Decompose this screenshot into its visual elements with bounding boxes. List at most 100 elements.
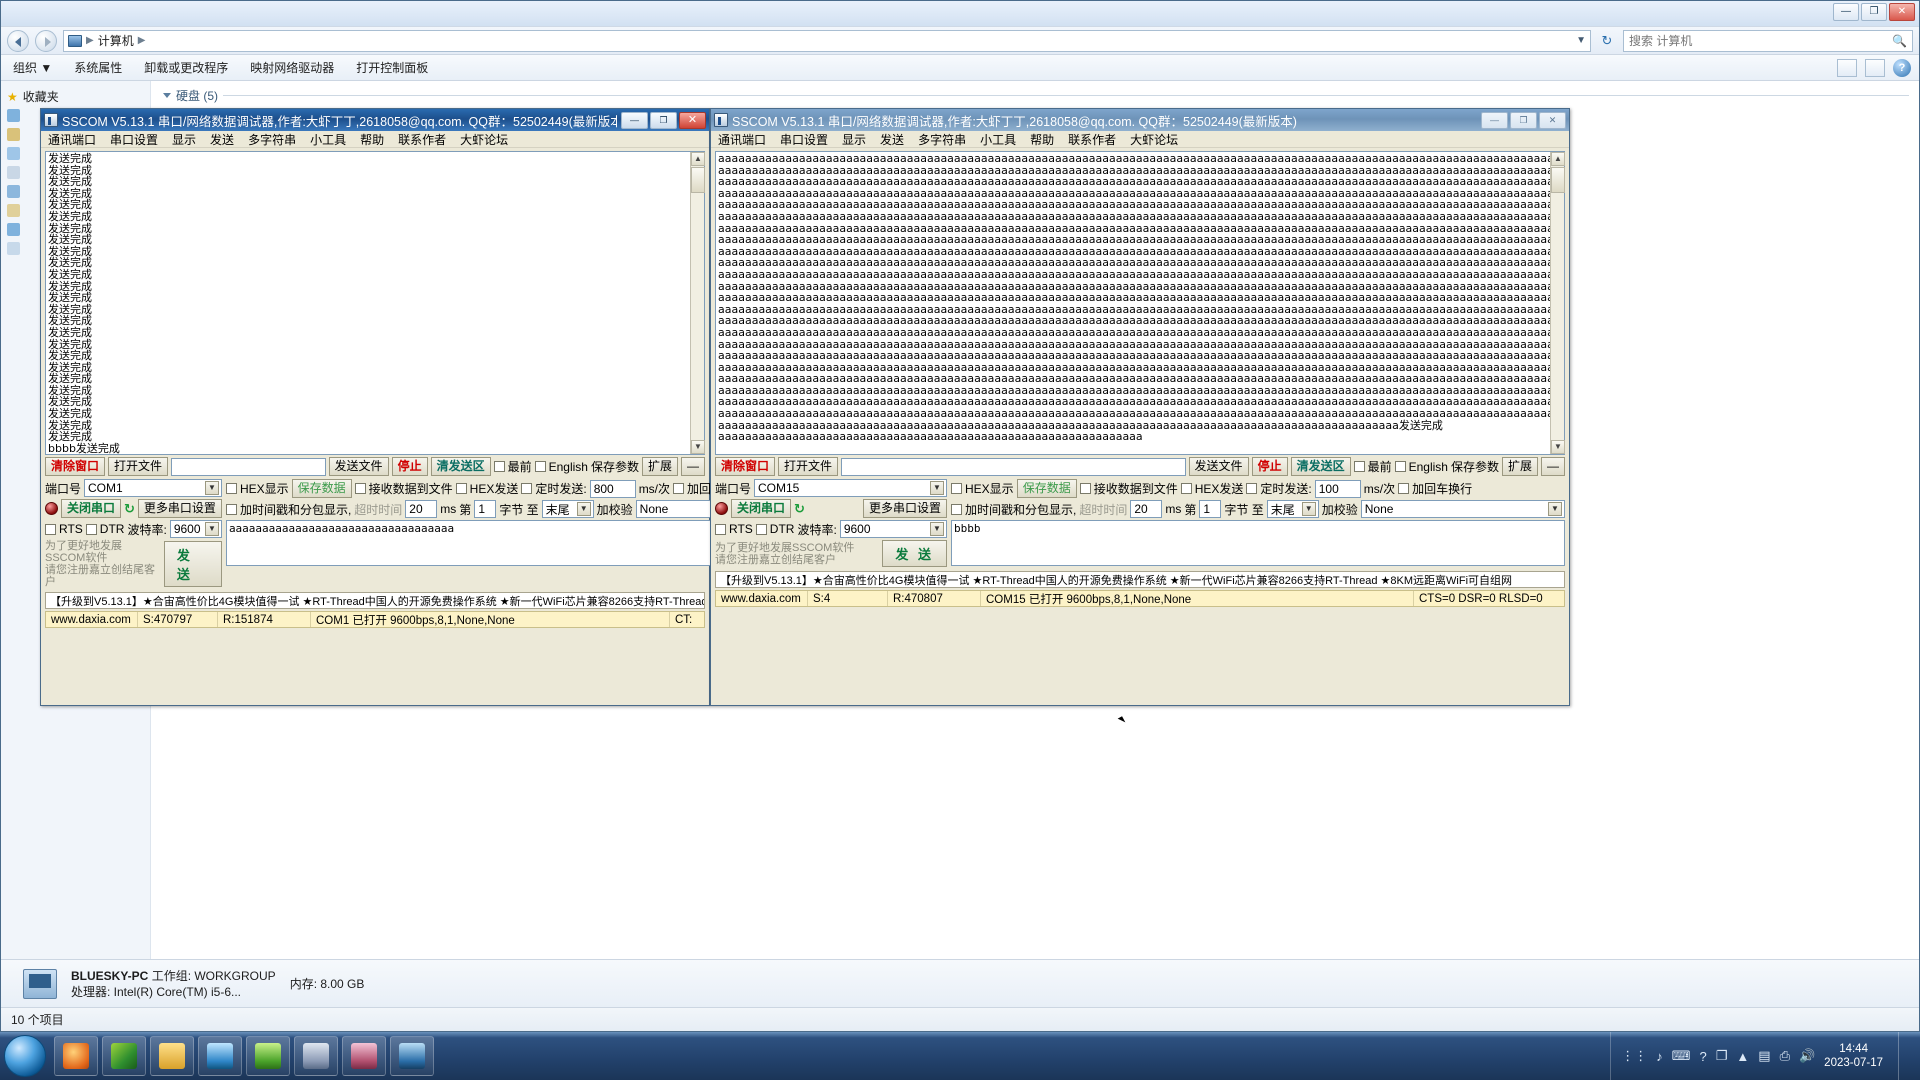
sscom1-maximize-button[interactable]: ❐ bbox=[650, 111, 677, 129]
chevron-down-icon[interactable]: ▼ bbox=[930, 481, 944, 495]
scroll-up-icon[interactable]: ▲ bbox=[691, 152, 705, 166]
close-port-button[interactable]: 关闭串口 bbox=[731, 499, 792, 518]
menu-send[interactable]: 发送 bbox=[880, 131, 904, 148]
file-path-input[interactable] bbox=[171, 457, 326, 476]
network-icon[interactable]: ▤ bbox=[1758, 1048, 1770, 1064]
sidebar-item-favorites[interactable]: ★ 收藏夹 bbox=[7, 87, 150, 106]
toolbar-uninstall-program[interactable]: 卸载或更改程序 bbox=[144, 59, 228, 76]
expand-button[interactable]: 扩展 bbox=[641, 457, 678, 476]
stop-button[interactable]: 停止 bbox=[1251, 457, 1288, 476]
explorer-close-button[interactable]: ✕ bbox=[1889, 3, 1915, 21]
sscom2-send-textarea[interactable]: bbbb bbox=[951, 520, 1565, 566]
scroll-down-icon[interactable]: ▼ bbox=[1551, 440, 1565, 454]
sscom2-minimize-button[interactable]: — bbox=[1481, 111, 1508, 129]
removable-device-icon[interactable]: ⎙ bbox=[1780, 1048, 1790, 1064]
status-website[interactable]: www.daxia.com bbox=[46, 612, 138, 627]
send-button[interactable]: 发 送 bbox=[163, 541, 222, 587]
menu-serial-settings[interactable]: 串口设置 bbox=[780, 131, 828, 148]
taskbar-item-tool[interactable] bbox=[390, 1036, 434, 1076]
menu-comm-port[interactable]: 通讯端口 bbox=[48, 131, 96, 148]
sscom2-titlebar[interactable]: SSCOM V5.13.1 串口/网络数据调试器,作者:大虾丁丁,2618058… bbox=[711, 109, 1569, 131]
expand-button[interactable]: 扩展 bbox=[1501, 457, 1538, 476]
port-select[interactable]: COM1 ▼ bbox=[84, 479, 222, 497]
timestamp-checkbox[interactable] bbox=[225, 503, 237, 515]
english-checkbox[interactable] bbox=[534, 461, 546, 472]
chevron-down-icon[interactable]: ▼ bbox=[1548, 502, 1562, 516]
keyboard-icon[interactable]: ⌨ bbox=[1672, 1048, 1691, 1064]
timeout-input[interactable]: 20 bbox=[1130, 500, 1163, 518]
refresh-ports-icon[interactable]: ↻ bbox=[124, 501, 135, 517]
toolbar-open-control-panel[interactable]: 打开控制面板 bbox=[356, 59, 428, 76]
menu-comm-port[interactable]: 通讯端口 bbox=[718, 131, 766, 148]
group-header-hard-disks[interactable]: 硬盘 (5) bbox=[151, 81, 1919, 106]
refresh-icon[interactable]: ↻ bbox=[1597, 31, 1617, 51]
topmost-checkbox[interactable] bbox=[493, 461, 505, 472]
breadcrumb-computer[interactable]: 计算机 bbox=[98, 32, 134, 49]
taskbar-item-analyzer[interactable] bbox=[342, 1036, 386, 1076]
taskbar-item-keil[interactable] bbox=[294, 1036, 338, 1076]
stop-button[interactable]: 停止 bbox=[391, 457, 428, 476]
music-note-icon[interactable]: ♪ bbox=[1656, 1049, 1663, 1064]
sscom2-close-button[interactable]: ✕ bbox=[1539, 111, 1566, 129]
toolbar-system-properties[interactable]: 系统属性 bbox=[74, 59, 122, 76]
menu-contact-author[interactable]: 联系作者 bbox=[398, 131, 446, 148]
menu-serial-settings[interactable]: 串口设置 bbox=[110, 131, 158, 148]
chevron-down-icon[interactable]: ▼ bbox=[1301, 502, 1316, 516]
add-crlf-checkbox[interactable] bbox=[673, 483, 685, 494]
timed-send-input[interactable]: 100 bbox=[1314, 479, 1361, 498]
menu-forum[interactable]: 大虾论坛 bbox=[1130, 131, 1178, 148]
refresh-ports-icon[interactable]: ↻ bbox=[794, 501, 805, 517]
recv-to-file-checkbox[interactable] bbox=[354, 483, 366, 494]
taskbar-item-browser[interactable] bbox=[54, 1036, 98, 1076]
menu-send[interactable]: 发送 bbox=[210, 131, 234, 148]
sscom1-ad-banner[interactable]: 【升级到V5.13.1】★合宙高性价比4G模块值得一试 ★RT-Thread中国… bbox=[45, 592, 705, 609]
chevron-down-icon[interactable]: ▼ bbox=[204, 481, 219, 495]
tray-expand-icon[interactable]: ⋮⋮ bbox=[1621, 1048, 1647, 1064]
sscom2-receive-scrollbar[interactable]: ▲ ▼ bbox=[1550, 152, 1565, 454]
file-path-input[interactable] bbox=[841, 457, 1186, 476]
byte-start-input[interactable]: 1 bbox=[474, 500, 497, 518]
sscom1-titlebar[interactable]: SSCOM V5.13.1 串口/网络数据调试器,作者:大虾丁丁,2618058… bbox=[41, 109, 709, 131]
start-button[interactable] bbox=[4, 1035, 46, 1077]
show-desktop-button[interactable] bbox=[1898, 1032, 1910, 1080]
toolbar-map-network-drive[interactable]: 映射网络驱动器 bbox=[250, 59, 334, 76]
sscom1-receive-text[interactable]: 发送完成 发送完成 发送完成 发送完成 发送完成 发送完成 发送完成 发送完成 … bbox=[46, 152, 704, 454]
window-icon[interactable]: ❐ bbox=[1716, 1048, 1728, 1064]
sscom1-receive-scrollbar[interactable]: ▲ ▼ bbox=[690, 152, 705, 454]
clear-window-button[interactable]: 清除窗口 bbox=[715, 457, 776, 476]
help-blue-icon[interactable]: ? bbox=[1700, 1049, 1707, 1064]
taskbar-item-sscom[interactable] bbox=[198, 1036, 242, 1076]
baud-select[interactable]: 9600 ▼ bbox=[839, 520, 947, 538]
send-file-button[interactable]: 发送文件 bbox=[328, 457, 389, 476]
send-button[interactable]: 发 送 bbox=[882, 540, 947, 567]
forward-icon[interactable] bbox=[35, 29, 57, 52]
toolbar-organize[interactable]: 组织 ▼ bbox=[13, 59, 52, 76]
chevron-down-icon[interactable]: ▼ bbox=[930, 522, 944, 536]
collapse-button[interactable]: — bbox=[681, 457, 705, 476]
open-file-button[interactable]: 打开文件 bbox=[108, 457, 169, 476]
send-file-button[interactable]: 发送文件 bbox=[1188, 457, 1249, 476]
save-data-button[interactable]: 保存数据 bbox=[1016, 479, 1077, 498]
hex-send-checkbox[interactable] bbox=[455, 483, 467, 494]
taskbar-item-wechat[interactable] bbox=[246, 1036, 290, 1076]
recv-to-file-checkbox[interactable] bbox=[1079, 483, 1091, 494]
collapse-button[interactable]: — bbox=[1541, 457, 1565, 476]
chevron-down-icon[interactable]: ▼ bbox=[576, 502, 591, 516]
timed-send-input[interactable]: 800 bbox=[589, 479, 636, 498]
port-select[interactable]: COM15 ▼ bbox=[754, 479, 947, 497]
explorer-maximize-button[interactable]: ❐ bbox=[1861, 3, 1887, 21]
hex-send-checkbox[interactable] bbox=[1180, 483, 1192, 494]
timestamp-checkbox[interactable] bbox=[951, 503, 962, 515]
menu-multi-string[interactable]: 多字符串 bbox=[248, 131, 296, 148]
save-params-button[interactable]: 保存参数 bbox=[1451, 458, 1499, 475]
open-file-button[interactable]: 打开文件 bbox=[778, 457, 839, 476]
clear-send-area-button[interactable]: 清发送区 bbox=[1290, 457, 1351, 476]
chevron-down-icon[interactable]: ▼ bbox=[1576, 35, 1586, 46]
sscom1-send-textarea[interactable]: aaaaaaaaaaaaaaaaaaaaaaaaaaaaaaaaaa bbox=[225, 520, 748, 566]
preview-pane-icon[interactable] bbox=[1865, 58, 1885, 77]
menu-contact-author[interactable]: 联系作者 bbox=[1068, 131, 1116, 148]
sscom2-receive-text[interactable]: aaaaaaaaaaaaaaaaaaaaaaaaaaaaaaaaaaaaaaaa… bbox=[716, 152, 1564, 454]
rts-checkbox[interactable] bbox=[45, 523, 56, 535]
menu-help[interactable]: 帮助 bbox=[360, 131, 384, 148]
clock[interactable]: 14:44 2023-07-17 bbox=[1824, 1042, 1889, 1070]
